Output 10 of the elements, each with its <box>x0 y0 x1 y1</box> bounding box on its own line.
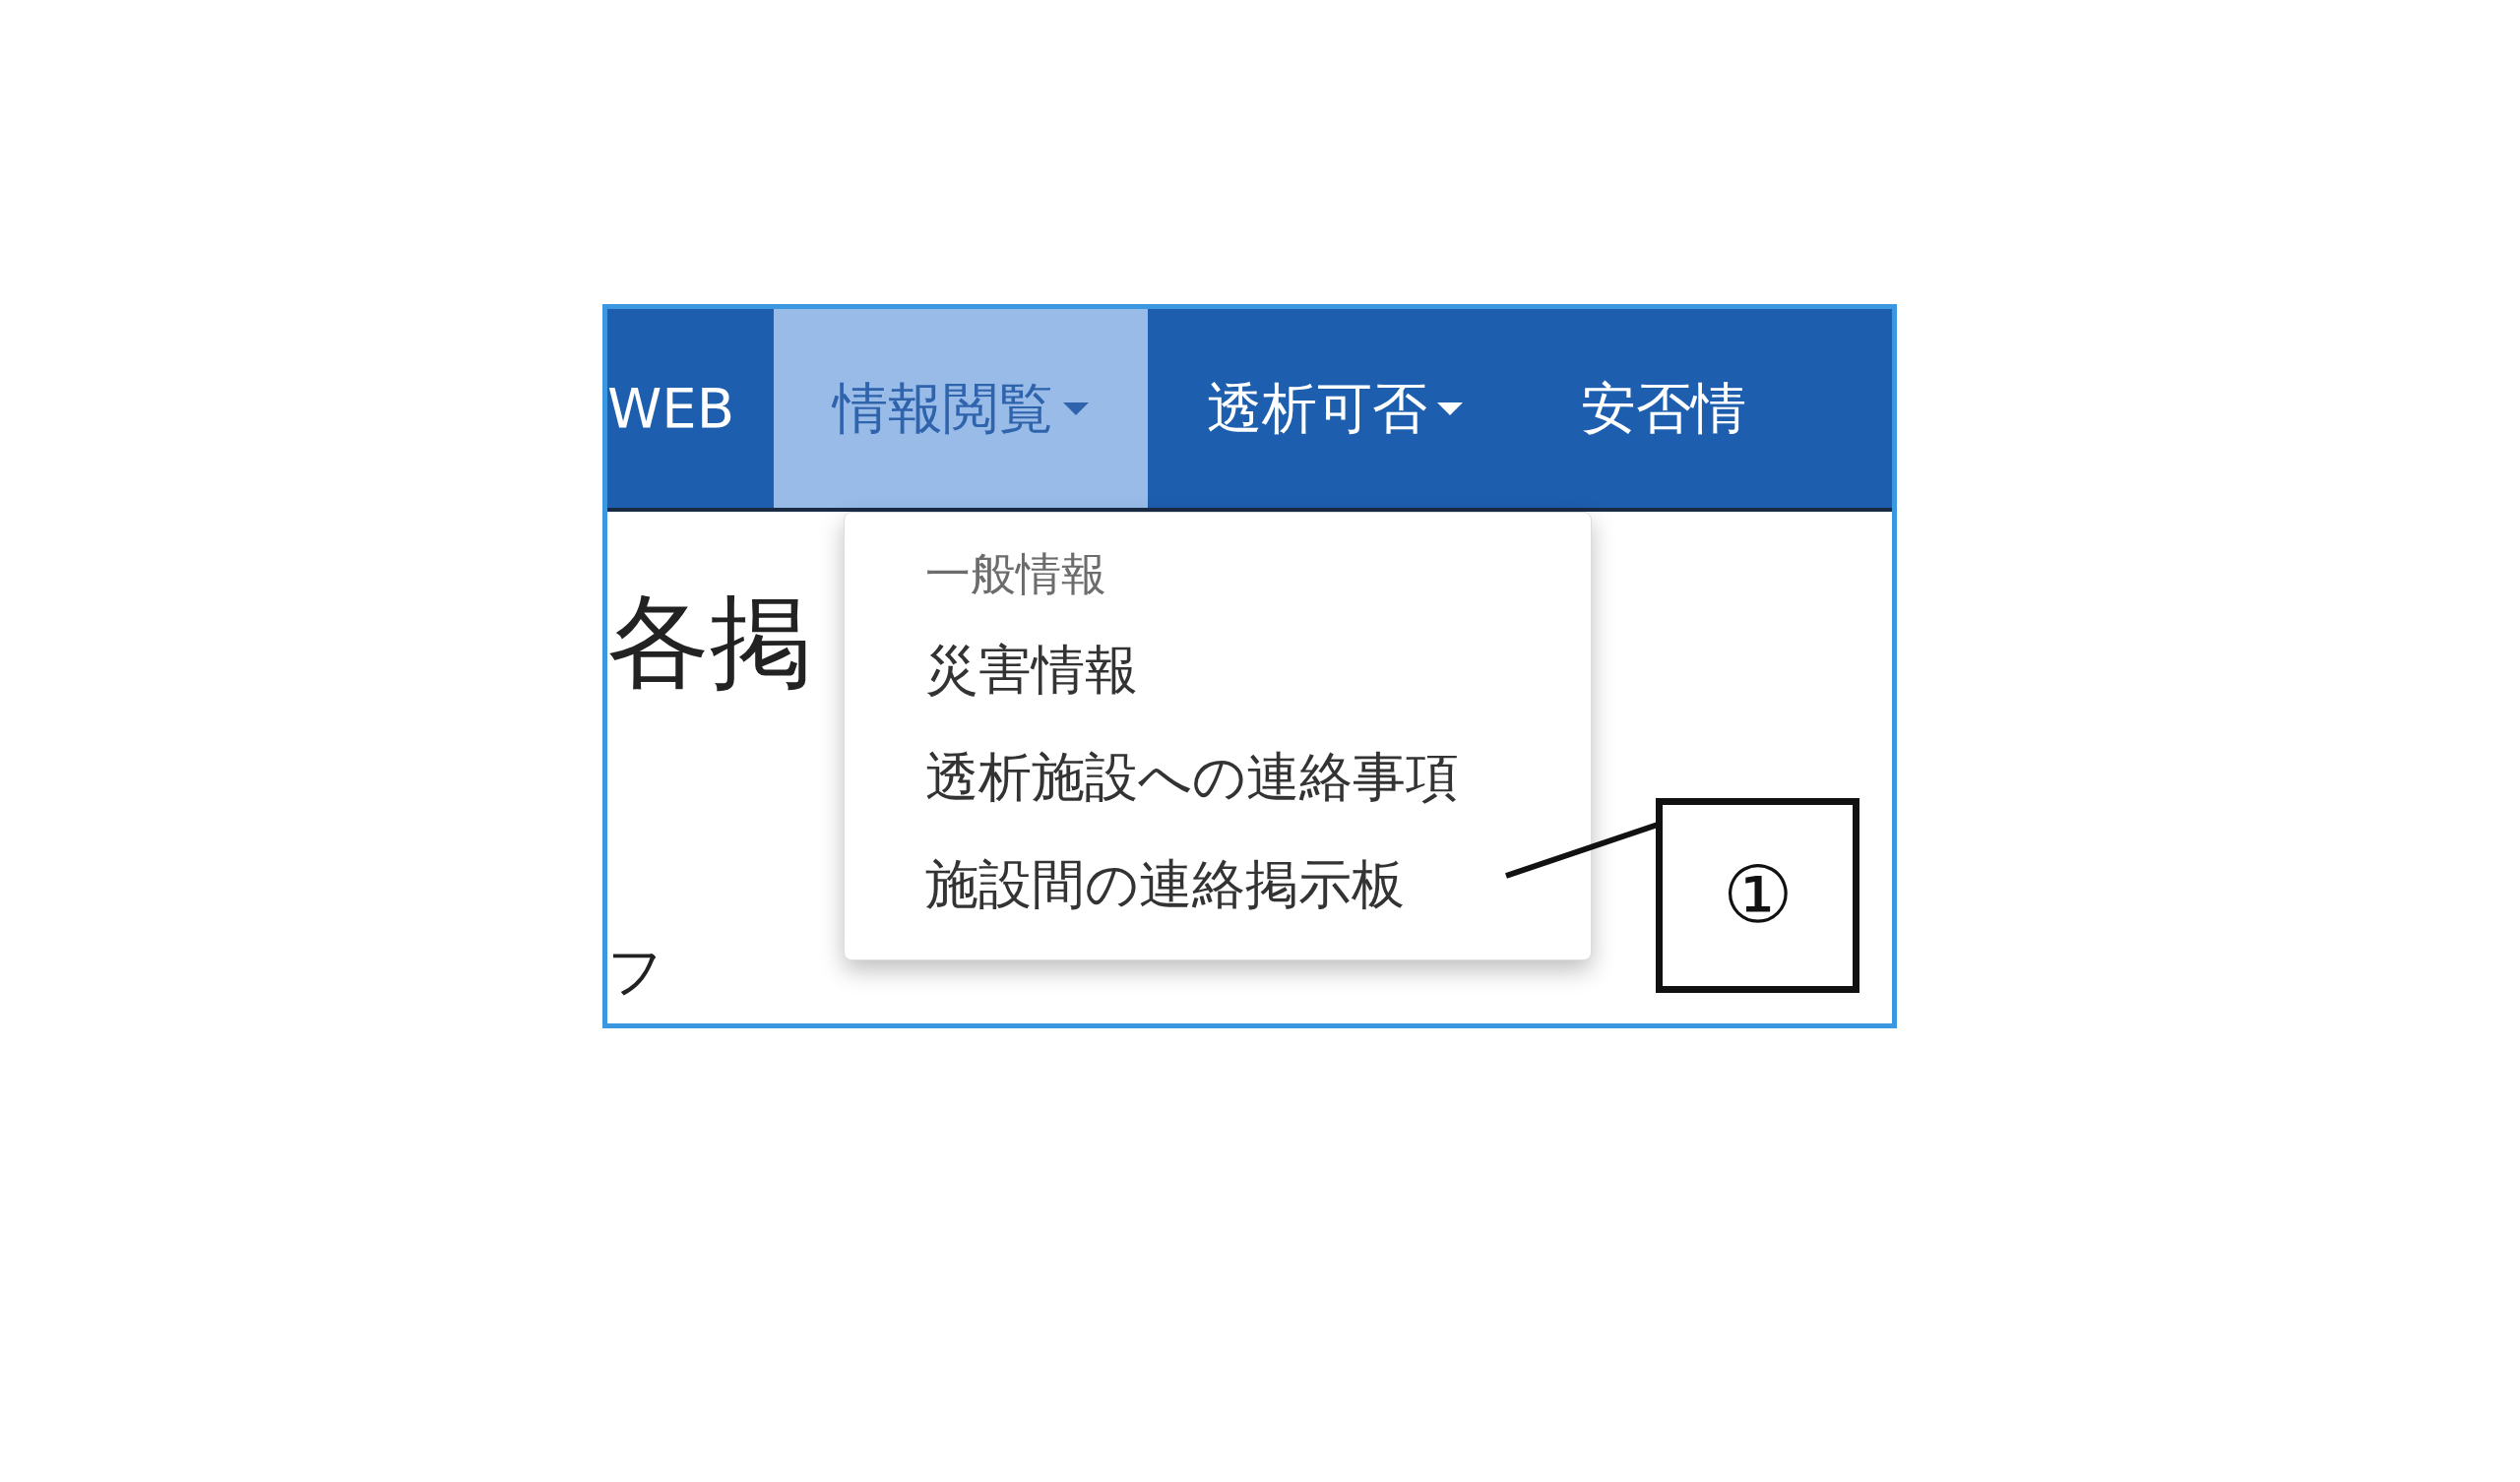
nav-tab[interactable]: 透析可否 <box>1148 309 1523 508</box>
nav-tab[interactable]: 安否情 <box>1522 309 1806 508</box>
dropdown-item[interactable]: 透析施設への連絡事項 <box>845 723 1591 831</box>
dropdown-item[interactable]: 施設間の連絡掲示板 <box>845 831 1591 938</box>
dropdown-item[interactable]: 災害情報 <box>845 616 1591 723</box>
page-heading: 各掲 <box>607 586 812 699</box>
callout-label: ① <box>1656 798 1859 993</box>
dropdown-header: 一般情報 <box>924 546 1107 602</box>
page-text: フ <box>607 944 663 1000</box>
nav-tab[interactable]: WEB <box>607 309 775 508</box>
